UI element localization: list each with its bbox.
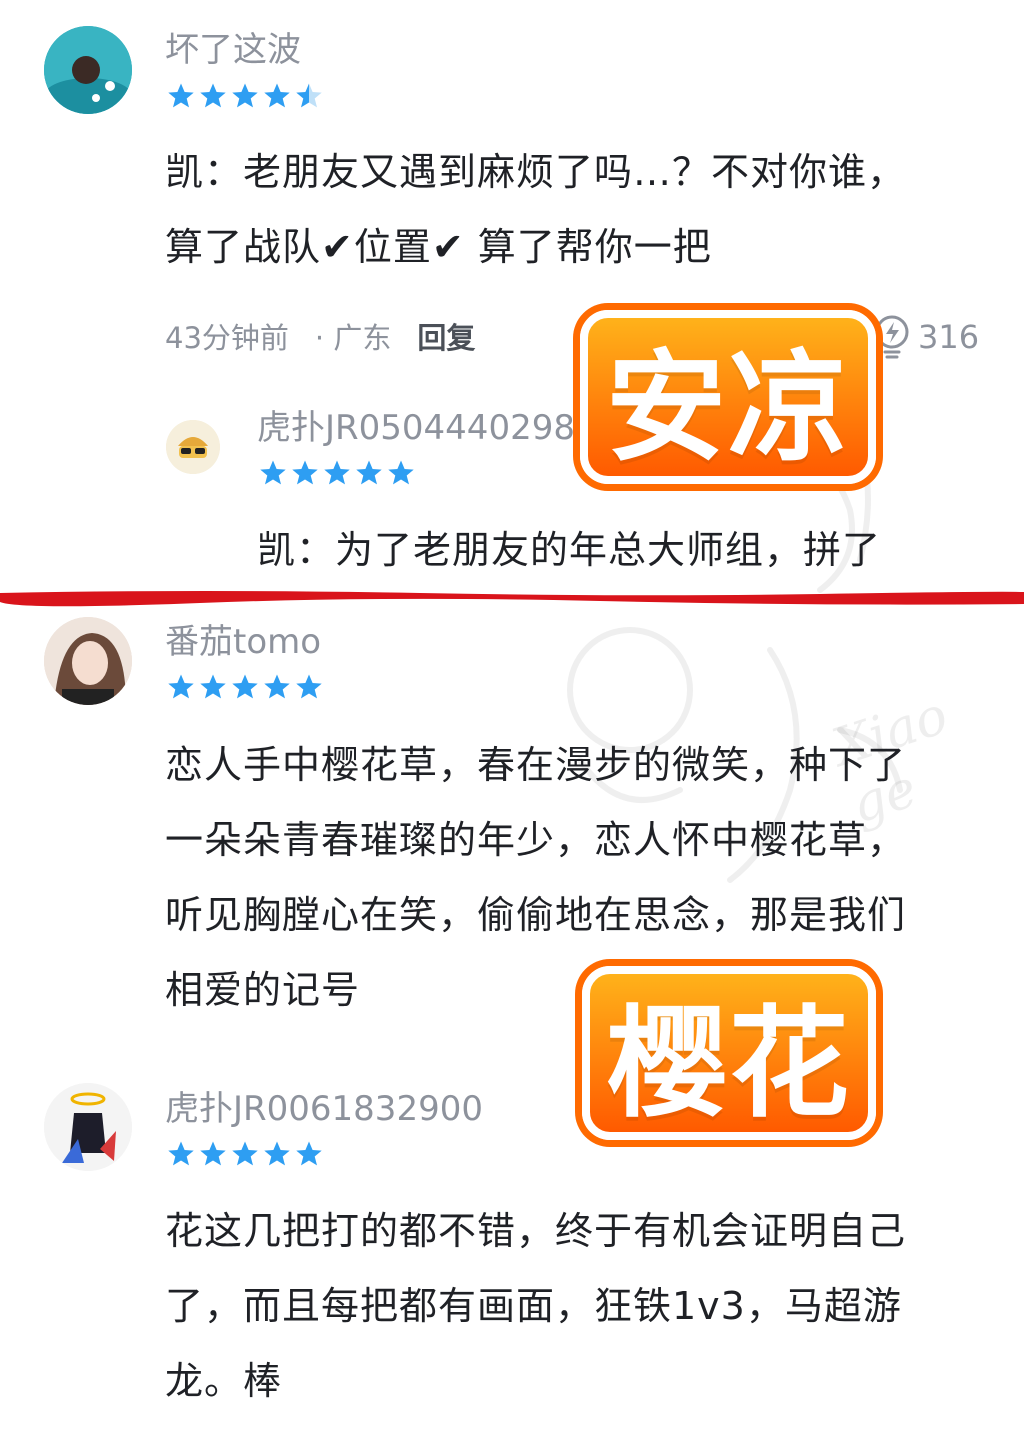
sticker-text: 樱花 bbox=[607, 995, 851, 1134]
reply-avatar[interactable] bbox=[166, 420, 220, 474]
star-icon bbox=[199, 673, 227, 701]
comment-content: 凯：老朋友又遇到麻烦了吗…？不对你谁， 算了战队✔位置✔ 算了帮你一把 bbox=[165, 135, 985, 285]
star-icon bbox=[259, 459, 287, 487]
comment-line: 恋人手中樱花草，春在漫步的微笑，种下了 bbox=[165, 743, 907, 787]
star-rating bbox=[167, 1140, 323, 1168]
star-icon bbox=[355, 459, 383, 487]
comment-line: 算了战队✔位置✔ 算了帮你一把 bbox=[165, 225, 712, 269]
star-rating bbox=[167, 82, 323, 110]
like-button[interactable]: 316 bbox=[872, 314, 979, 360]
star-icon bbox=[231, 673, 259, 701]
timestamp: 43分钟前 bbox=[165, 321, 289, 355]
username[interactable]: 虎扑JR0061832900 bbox=[165, 1089, 483, 1129]
star-icon bbox=[263, 82, 291, 110]
star-icon bbox=[387, 459, 415, 487]
star-icon bbox=[199, 82, 227, 110]
avatar[interactable] bbox=[44, 26, 132, 114]
star-icon bbox=[263, 1140, 291, 1168]
star-icon bbox=[291, 459, 319, 487]
star-icon bbox=[199, 1140, 227, 1168]
reply-content: 凯：为了老朋友的年总大师组，拼了 bbox=[257, 528, 882, 572]
comment-content: 花这几把打的都不错，终于有机会证明自己 了，而且每把都有画面，狂铁1v3，马超游… bbox=[165, 1194, 985, 1419]
reply-button[interactable]: 回复 bbox=[417, 318, 475, 358]
comment-meta: 43分钟前 · 广东 回复 bbox=[165, 318, 475, 358]
avatar[interactable] bbox=[44, 1083, 132, 1171]
sticker-text: 安凉 bbox=[606, 339, 850, 478]
sticker-label: 樱花 bbox=[582, 966, 876, 1140]
star-icon bbox=[167, 82, 195, 110]
comment-line: 龙。棒 bbox=[165, 1359, 283, 1403]
username[interactable]: 番茄tomo bbox=[165, 622, 321, 662]
star-icon bbox=[323, 459, 351, 487]
star-icon bbox=[295, 1140, 323, 1168]
comment-line: 了，而且每把都有画面，狂铁1v3，马超游 bbox=[165, 1284, 902, 1328]
comment-line: 花这几把打的都不错，终于有机会证明自己 bbox=[165, 1209, 907, 1253]
username[interactable]: 坏了这波 bbox=[165, 30, 301, 70]
star-rating bbox=[167, 673, 323, 701]
comment-line: 凯：老朋友又遇到麻烦了吗…？不对你谁， bbox=[165, 150, 907, 194]
like-count: 316 bbox=[918, 318, 980, 356]
reply-username[interactable]: 虎扑JR0504440298 bbox=[257, 408, 575, 448]
star-icon bbox=[263, 673, 291, 701]
bulb-like-icon bbox=[872, 314, 912, 360]
star-rating bbox=[259, 459, 415, 487]
star-icon bbox=[167, 673, 195, 701]
comment-line: 听见胸膛心在笑，偷偷地在思念，那是我们 bbox=[165, 893, 907, 937]
avatar[interactable] bbox=[44, 617, 132, 705]
divider-line bbox=[0, 587, 1024, 607]
star-icon bbox=[231, 1140, 259, 1168]
comment-line: 一朵朵青春璀璨的年少，恋人怀中樱花草， bbox=[165, 818, 907, 862]
location: · 广东 bbox=[314, 321, 392, 355]
star-icon bbox=[295, 673, 323, 701]
star-icon bbox=[295, 82, 323, 110]
star-icon bbox=[167, 1140, 195, 1168]
star-icon bbox=[231, 82, 259, 110]
sticker-label: 安凉 bbox=[580, 310, 876, 484]
